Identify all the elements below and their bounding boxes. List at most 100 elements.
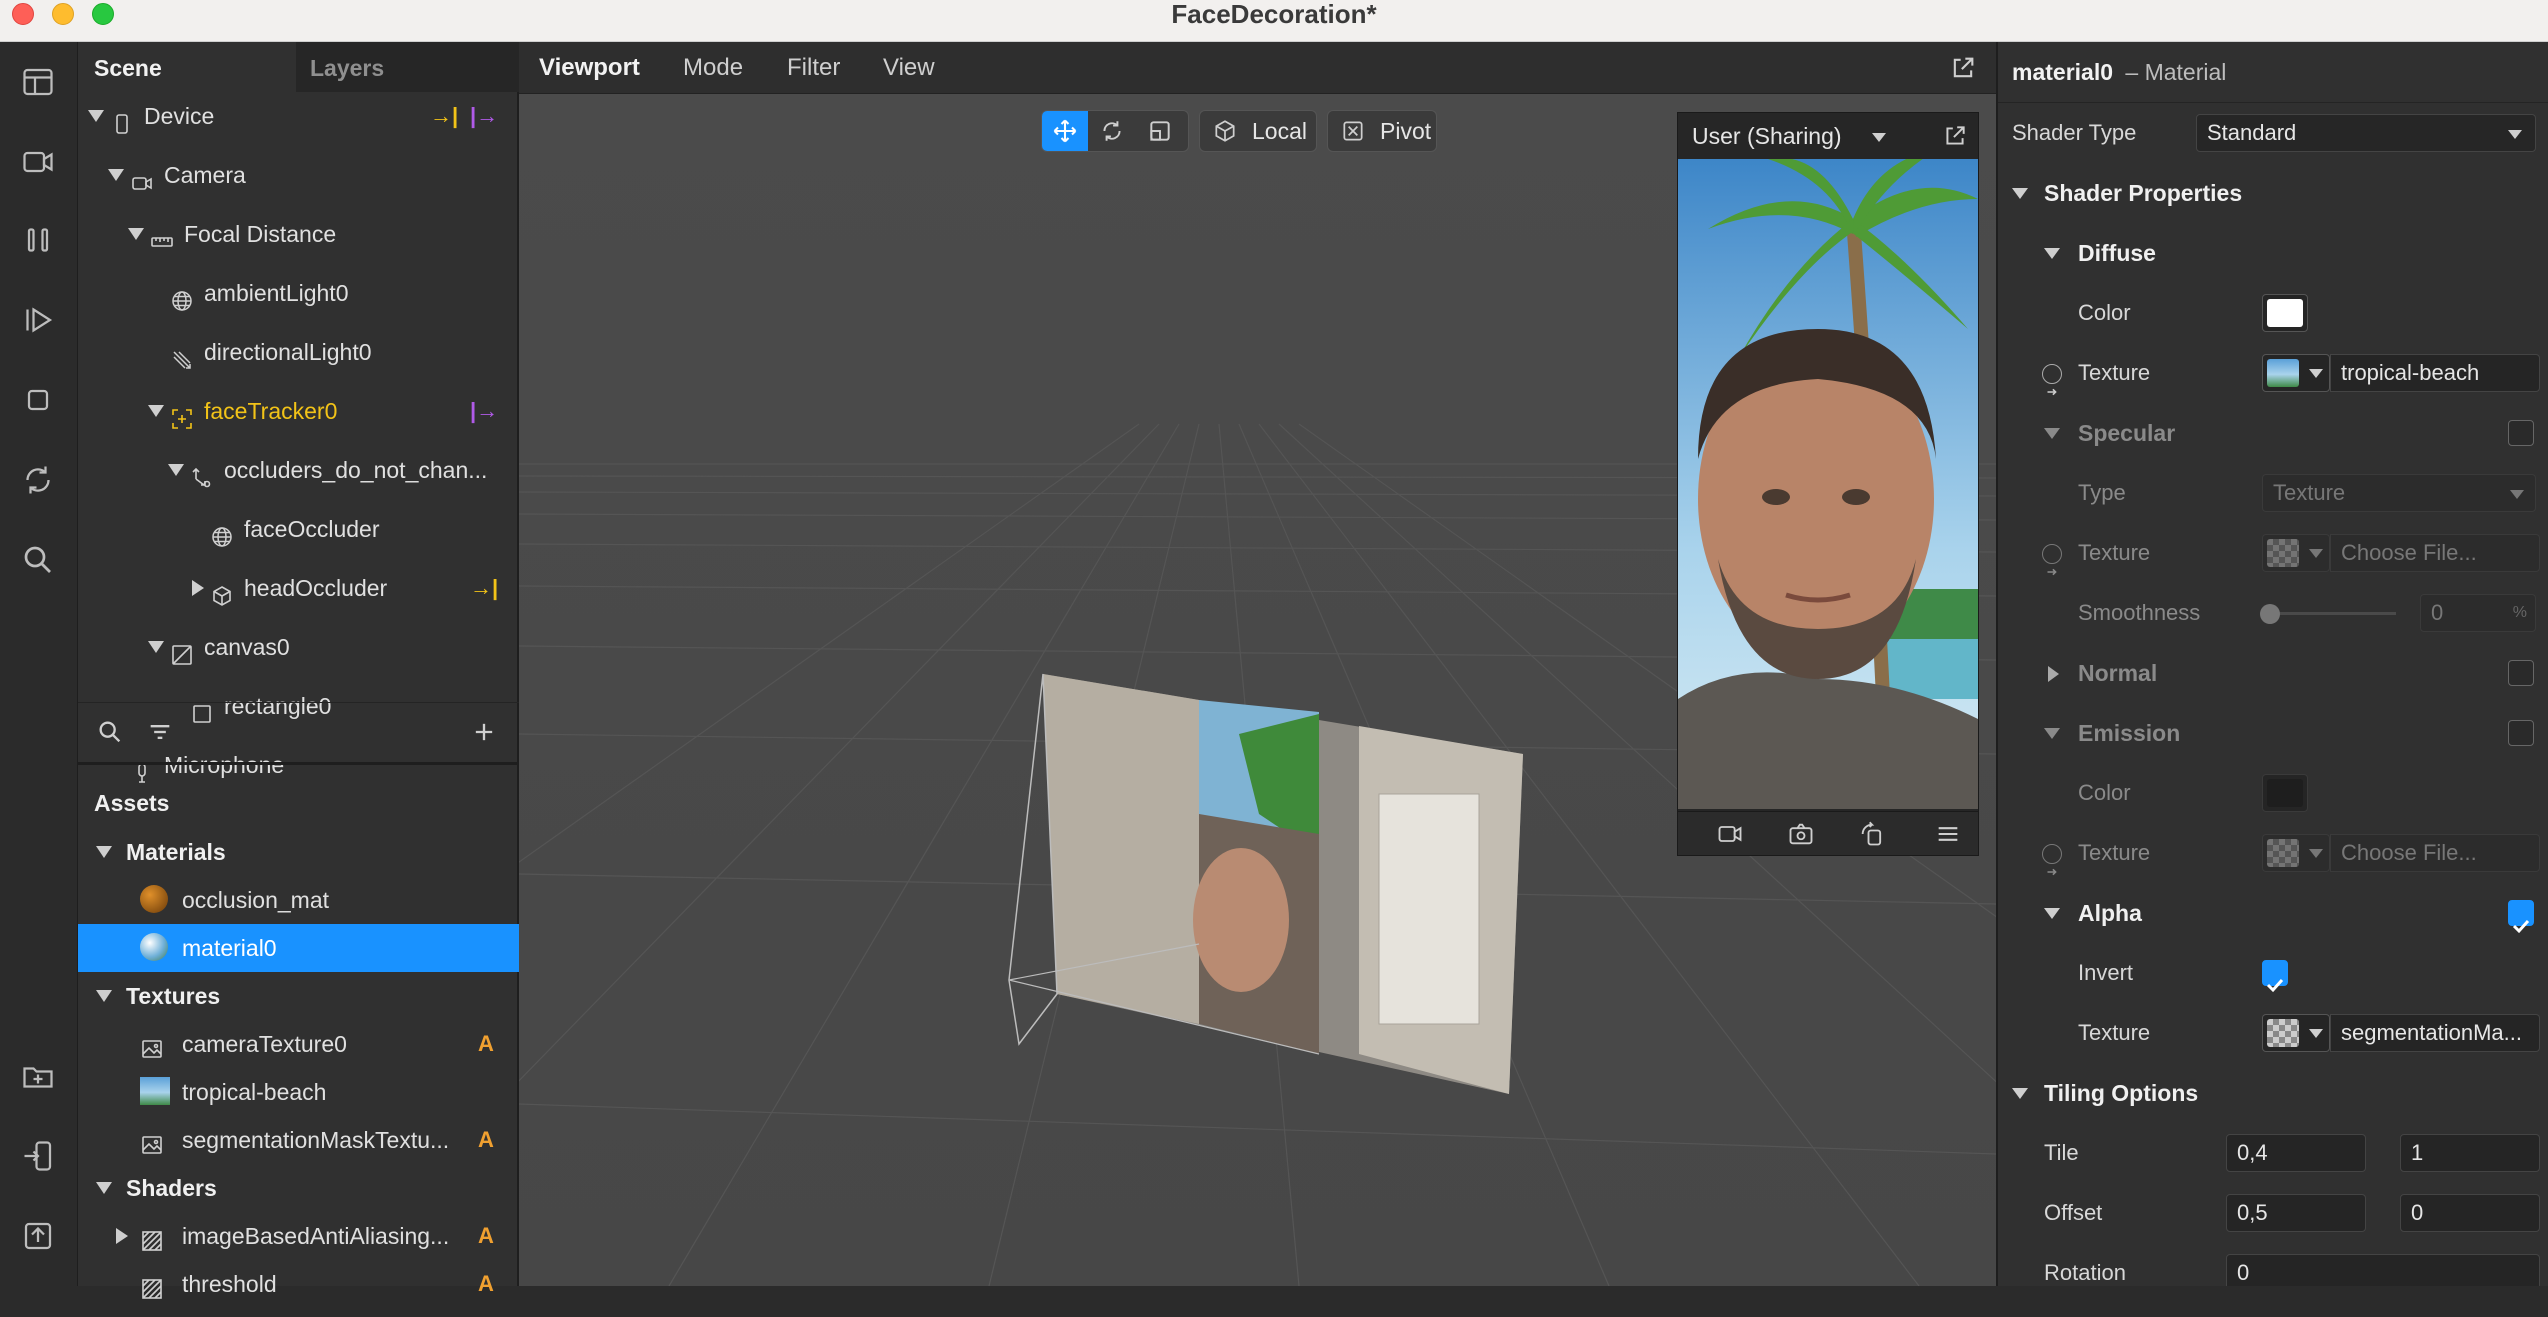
search-icon[interactable]: [18, 540, 58, 580]
caret-right-icon[interactable]: [192, 580, 204, 596]
menu-view[interactable]: View: [883, 42, 935, 94]
scale-tool-icon[interactable]: [1136, 111, 1184, 151]
specular-type-select[interactable]: Texture: [2262, 474, 2536, 512]
local-space-button[interactable]: Local: [1199, 110, 1317, 152]
tile-y-field[interactable]: 1: [2400, 1134, 2540, 1172]
scene-search-icon[interactable]: [96, 718, 124, 746]
video-camera-icon[interactable]: [1716, 820, 1744, 848]
caret-down-icon[interactable]: [88, 110, 104, 122]
diffuse-texture-field[interactable]: tropical-beach: [2330, 354, 2540, 392]
scene-tree-item[interactable]: Device →| |→: [78, 92, 519, 140]
menu-filter[interactable]: Filter: [787, 42, 840, 94]
pause-icon[interactable]: [18, 220, 58, 260]
menu-icon[interactable]: [1934, 820, 1962, 848]
device-patch-icon[interactable]: |→: [470, 92, 498, 140]
specular-texture-field[interactable]: Choose File...: [2330, 534, 2540, 572]
specular-texture-thumb[interactable]: [2262, 534, 2330, 572]
scene-tree-item[interactable]: directionalLight0: [78, 328, 519, 376]
caret-down-icon[interactable]: [168, 464, 184, 476]
connect-arrow-icon[interactable]: [2042, 364, 2062, 396]
video-camera-icon[interactable]: [18, 142, 58, 182]
facetracker-patch-icon[interactable]: |→: [470, 387, 498, 435]
scene-tree-item[interactable]: faceOccluder: [78, 505, 519, 553]
rotate-tool-icon[interactable]: [1088, 111, 1136, 151]
flip-camera-icon[interactable]: [1786, 820, 1816, 848]
normal-enable-checkbox[interactable]: [2508, 660, 2534, 686]
alpha-texture-thumb[interactable]: [2262, 1014, 2330, 1052]
move-tool-icon[interactable]: [1042, 111, 1088, 151]
scene-tree-item[interactable]: Focal Distance: [78, 210, 519, 258]
smoothness-slider-handle[interactable]: [2260, 604, 2280, 624]
scene-tree-item[interactable]: canvas0: [78, 623, 519, 671]
emission-texture-thumb[interactable]: [2262, 834, 2330, 872]
scene-tree-item[interactable]: headOccluder →|: [78, 564, 519, 612]
emission-enable-checkbox[interactable]: [2508, 720, 2534, 746]
asset-section-header[interactable]: Materials: [78, 828, 519, 876]
normal-header[interactable]: Normal: [1998, 644, 2548, 702]
emission-texture-field[interactable]: Choose File...: [2330, 834, 2540, 872]
asset-section-header[interactable]: Shaders: [78, 1164, 519, 1212]
offset-y-field[interactable]: 0: [2400, 1194, 2540, 1232]
layout-icon[interactable]: [18, 62, 58, 102]
asset-item[interactable]: segmentationMaskTextu... A: [78, 1116, 519, 1164]
scene-tree-item[interactable]: faceTracker0 |→: [78, 387, 519, 435]
asset-item[interactable]: occlusion_mat: [78, 876, 519, 924]
device-link-icon[interactable]: →|: [430, 92, 458, 140]
simulator-device-select[interactable]: User (Sharing): [1692, 113, 1842, 159]
shader-properties-header[interactable]: Shader Properties: [1998, 164, 2548, 222]
send-to-device-icon[interactable]: [18, 1136, 58, 1176]
upload-icon[interactable]: [18, 1216, 58, 1256]
caret-down-icon[interactable]: [148, 641, 164, 653]
diffuse-texture-thumb[interactable]: [2262, 354, 2330, 392]
invert-checkbox[interactable]: [2262, 960, 2288, 993]
tab-scene[interactable]: Scene: [78, 42, 296, 92]
smoothness-field[interactable]: 0%: [2420, 594, 2536, 632]
connect-arrow-icon[interactable]: [2042, 844, 2062, 876]
menu-mode[interactable]: Mode: [683, 42, 743, 94]
shader-type-select[interactable]: Standard: [2196, 114, 2536, 152]
caret-right-icon[interactable]: [116, 1228, 128, 1244]
alpha-enable-checkbox[interactable]: [2508, 900, 2534, 934]
refresh-icon[interactable]: [18, 460, 58, 500]
diffuse-header[interactable]: Diffuse: [1998, 224, 2548, 282]
asset-section-header[interactable]: Textures: [78, 972, 519, 1020]
tab-layers[interactable]: Layers: [296, 42, 519, 92]
asset-item[interactable]: cameraTexture0 A: [78, 1020, 519, 1068]
offset-x-field[interactable]: 0,5: [2226, 1194, 2366, 1232]
chevron-down-icon[interactable]: [1872, 133, 1886, 142]
scene-tree-item[interactable]: ambientLight0: [78, 269, 519, 317]
diffuse-color-swatch[interactable]: [2262, 294, 2308, 332]
chevron-down-icon[interactable]: [2508, 130, 2522, 139]
filter-icon[interactable]: [146, 718, 174, 746]
tiling-options-header[interactable]: Tiling Options: [1998, 1064, 2548, 1122]
add-folder-icon[interactable]: [18, 1056, 58, 1096]
alpha-header[interactable]: Alpha: [1998, 884, 2548, 942]
caret-down-icon[interactable]: [128, 228, 144, 240]
specular-header[interactable]: Specular: [1998, 404, 2548, 462]
tile-x-field[interactable]: 0,4: [2226, 1134, 2366, 1172]
headoccluder-link-icon[interactable]: →|: [470, 564, 498, 612]
smoothness-slider[interactable]: [2262, 612, 2396, 615]
caret-down-icon[interactable]: [148, 405, 164, 417]
specular-enable-checkbox[interactable]: [2508, 420, 2534, 446]
scene-tree-item[interactable]: occluders_do_not_chan...: [78, 446, 519, 494]
scene-tree-item[interactable]: Camera: [78, 151, 519, 199]
scene-tree-item[interactable]: rectangle0: [78, 682, 519, 730]
simulator-pop-out-icon[interactable]: [1942, 123, 1968, 149]
connect-arrow-icon[interactable]: [2042, 544, 2062, 576]
rotate-device-icon[interactable]: [1858, 820, 1886, 848]
asset-item[interactable]: material0: [78, 924, 519, 972]
rotation-field[interactable]: 0: [2226, 1254, 2540, 1286]
alpha-texture-field[interactable]: segmentationMa...: [2330, 1014, 2540, 1052]
tab-viewport[interactable]: Viewport: [539, 42, 640, 94]
emission-header[interactable]: Emission: [1998, 704, 2548, 762]
pop-out-icon[interactable]: [1949, 54, 1977, 82]
asset-item[interactable]: threshold A: [78, 1260, 519, 1308]
pivot-button[interactable]: Pivot: [1327, 110, 1437, 152]
emission-color-swatch[interactable]: [2262, 774, 2308, 812]
step-forward-icon[interactable]: [18, 300, 58, 340]
add-object-icon[interactable]: [470, 718, 498, 746]
stop-icon[interactable]: [18, 380, 58, 420]
asset-item[interactable]: tropical-beach: [78, 1068, 519, 1116]
caret-down-icon[interactable]: [108, 169, 124, 181]
